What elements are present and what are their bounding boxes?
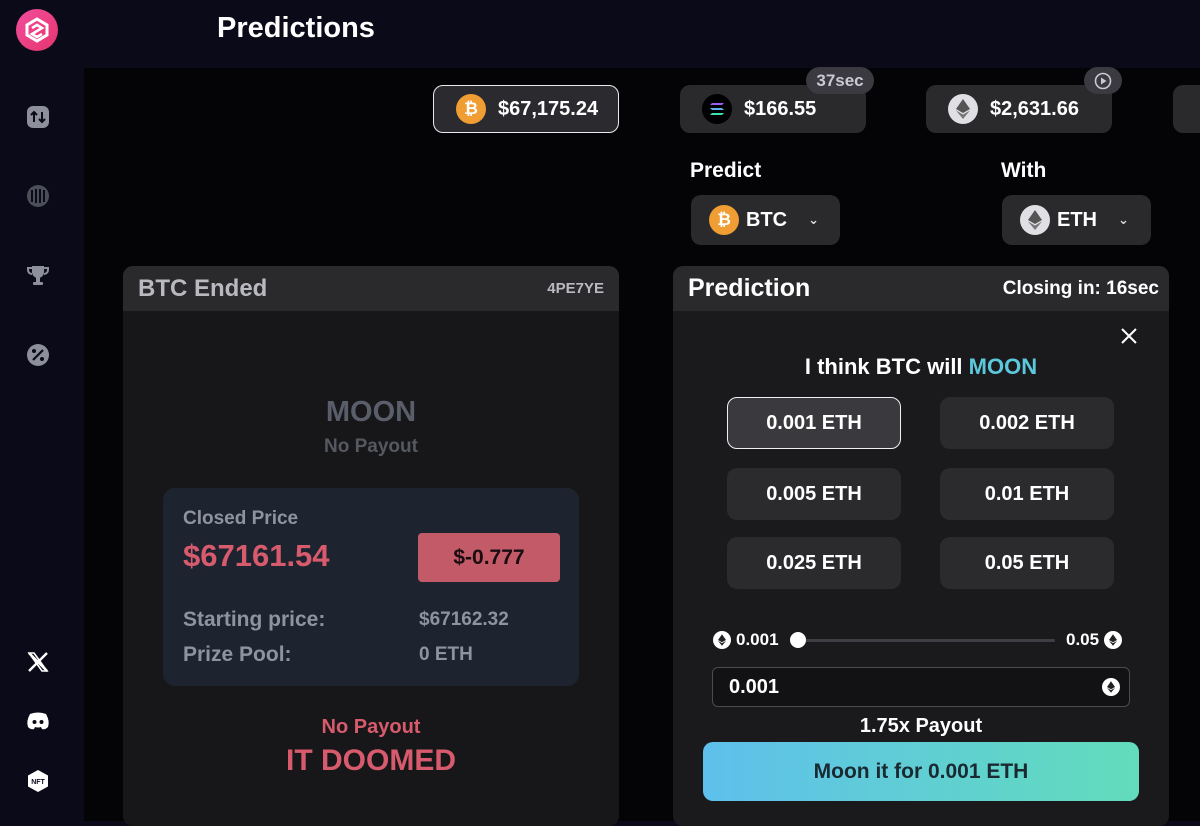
top-bar: Predictions	[0, 0, 1200, 68]
slider-max: 0.05	[1066, 630, 1123, 650]
amount-slider-handle[interactable]	[790, 632, 806, 648]
slider-max-value: 0.05	[1066, 630, 1100, 649]
slider-min: 0.001	[713, 630, 779, 650]
amount-option[interactable]: 0.001 ETH	[727, 397, 901, 449]
solana-icon	[702, 94, 732, 124]
with-asset-select[interactable]: ETH ⌄	[1002, 195, 1151, 245]
amount-option[interactable]: 0.01 ETH	[940, 468, 1114, 520]
svg-text:NFT: NFT	[31, 779, 45, 786]
page-title: Predictions	[217, 12, 375, 44]
moon-submit-button[interactable]: Moon it for 0.001 ETH	[703, 742, 1139, 801]
close-icon[interactable]	[1117, 324, 1141, 348]
x-twitter-icon[interactable]	[25, 649, 51, 675]
ticker-next[interactable]	[1173, 85, 1200, 133]
prize-pool: 0 ETH	[419, 644, 473, 665]
ticker-price: $166.55	[744, 97, 817, 120]
swap-icon[interactable]	[25, 104, 51, 130]
direction-payout-status: No Payout	[324, 436, 418, 457]
result-text: IT DOOMED	[286, 744, 456, 777]
payout-multiplier: 1.75x Payout	[859, 715, 983, 737]
closed-price: $67161.54	[183, 538, 330, 573]
prediction-card-header: Prediction Closing in: 16sec	[673, 266, 1169, 311]
bitcoin-icon: ₿	[709, 205, 739, 235]
amount-input[interactable]: 0.001	[712, 667, 1130, 707]
with-label: With	[1001, 159, 1047, 182]
ticker-btc[interactable]: ₿ $67,175.24	[433, 85, 619, 133]
statement-prefix: I think BTC will	[804, 354, 963, 379]
ended-card-header: BTC Ended 4PE7YE	[123, 266, 619, 311]
round-id: 4PE7YE	[547, 280, 604, 297]
amount-input-value: 0.001	[729, 675, 780, 698]
amount-option[interactable]: 0.05 ETH	[940, 537, 1114, 589]
prize-pool-label: Prize Pool:	[183, 643, 292, 666]
ethereum-icon	[1102, 678, 1120, 696]
nft-icon[interactable]: NFT	[25, 768, 51, 794]
amount-option[interactable]: 0.002 ETH	[940, 397, 1114, 449]
discord-icon[interactable]	[25, 708, 51, 734]
closing-countdown: Closing in: 16sec	[1002, 277, 1159, 299]
percent-icon[interactable]	[25, 342, 51, 368]
starting-price: $67162.32	[419, 609, 509, 630]
slider-min-value: 0.001	[736, 630, 779, 649]
ethereum-icon	[1020, 205, 1050, 235]
ethereum-icon	[713, 631, 731, 649]
closed-price-label: Closed Price	[183, 508, 299, 529]
amount-slider-track[interactable]	[797, 639, 1055, 642]
chevron-down-icon: ⌄	[808, 212, 820, 227]
amount-option[interactable]: 0.005 ETH	[727, 468, 901, 520]
arena-icon[interactable]	[25, 183, 51, 209]
starting-price-label: Starting price:	[183, 608, 326, 631]
chevron-down-icon: ⌄	[1118, 212, 1129, 227]
predict-asset-select[interactable]: ₿ BTC ⌄	[691, 195, 840, 245]
prediction-card: Prediction Closing in: 16sec I think BTC…	[673, 266, 1169, 826]
ethereum-icon	[948, 94, 978, 124]
predict-label: Predict	[690, 159, 762, 182]
ticker-eth[interactable]: $2,631.66	[926, 85, 1112, 133]
predict-asset-value: BTC	[746, 208, 788, 231]
result-payout-status: No Payout	[321, 716, 421, 738]
play-icon[interactable]	[1084, 67, 1122, 94]
amount-option[interactable]: 0.025 ETH	[727, 537, 901, 589]
trophy-icon[interactable]	[25, 262, 51, 288]
price-delta-badge: $-0.777	[418, 533, 560, 582]
ended-round-card: BTC Ended 4PE7YE MOON No Payout Closed P…	[123, 266, 619, 826]
with-asset-value: ETH	[1057, 208, 1097, 231]
prediction-statement: I think BTC will MOON	[673, 354, 1169, 380]
ethereum-icon	[1104, 631, 1123, 649]
app-logo[interactable]	[16, 9, 58, 51]
bitcoin-icon: ₿	[456, 94, 486, 124]
ticker-price: $67,175.24	[498, 97, 599, 120]
predicted-direction: MOON	[325, 396, 417, 428]
ended-card-title: BTC Ended	[138, 274, 268, 302]
round-timer-badge: 37sec	[806, 67, 874, 94]
prediction-card-title: Prediction	[688, 274, 811, 302]
ticker-price: $2,631.66	[990, 97, 1079, 120]
statement-direction: MOON	[968, 354, 1038, 379]
closed-price-panel: Closed Price $67161.54 $-0.777 Starting …	[163, 488, 579, 686]
sidebar: NFT	[0, 68, 84, 821]
